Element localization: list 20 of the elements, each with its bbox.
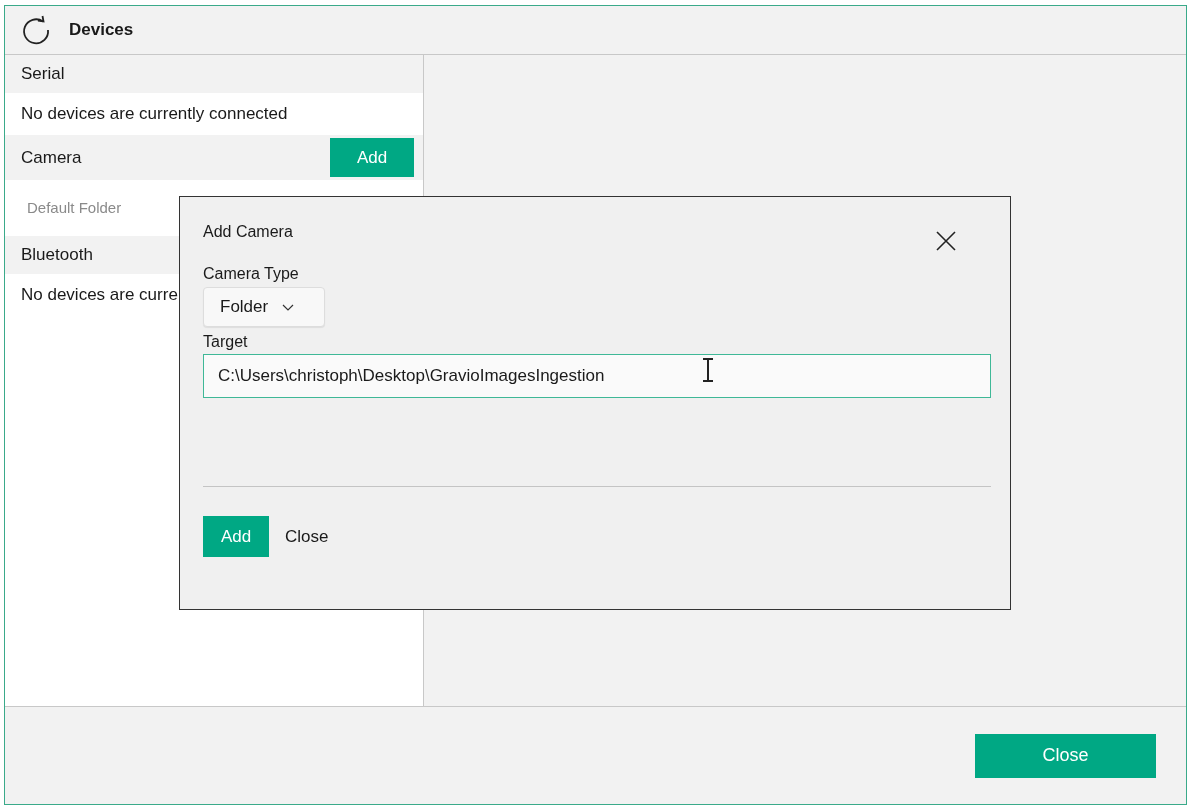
- section-title: Camera: [21, 147, 82, 168]
- close-link[interactable]: Close: [285, 526, 329, 547]
- status-text: No devices are currently connected: [20, 103, 289, 125]
- field-label: Camera Type: [203, 265, 300, 283]
- window-title: Devices: [69, 20, 134, 40]
- close-button[interactable]: Close: [975, 733, 1156, 778]
- camera-type-dropdown[interactable]: Folder: [203, 287, 325, 327]
- section-title: Serial: [21, 64, 65, 84]
- field-label: Target: [203, 333, 249, 351]
- status-text: No devices are curre: [20, 284, 179, 306]
- target-field[interactable]: C:\Users\christoph\Desktop\GravioImagesIngestion: [203, 354, 991, 398]
- add-button[interactable]: Add: [203, 516, 269, 557]
- folder-item[interactable]: Default Folder: [5, 180, 138, 236]
- close-icon[interactable]: [936, 231, 956, 251]
- refresh-icon[interactable]: [21, 15, 51, 45]
- chevron-down-icon: [282, 303, 295, 311]
- add-button[interactable]: Add: [330, 138, 414, 177]
- text-cursor-icon: [701, 358, 715, 382]
- dialog-title: Add Camera: [203, 223, 293, 241]
- section-title: Bluetooth: [21, 245, 93, 265]
